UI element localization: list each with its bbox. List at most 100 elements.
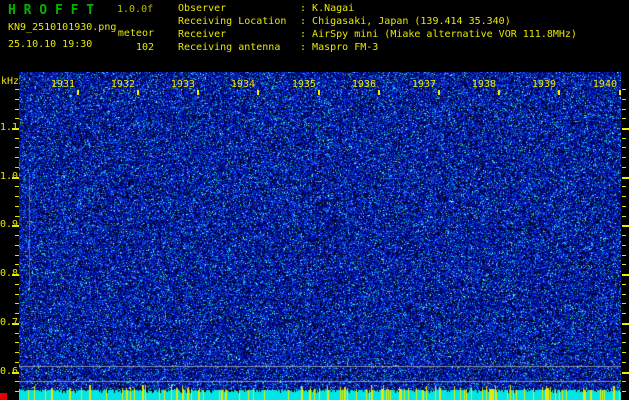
freq-minor-tick-right bbox=[622, 333, 626, 334]
minute-tick bbox=[318, 90, 320, 95]
freq-major-tick-right bbox=[622, 372, 629, 374]
info-separator: : bbox=[300, 29, 313, 40]
freq-major-tick-right bbox=[622, 274, 629, 276]
freq-minor-tick-left bbox=[15, 255, 19, 256]
info-label: Observer bbox=[178, 3, 227, 14]
freq-minor-tick-left bbox=[15, 303, 19, 304]
freq-major-tick-left bbox=[12, 177, 19, 179]
freq-minor-tick-right bbox=[622, 264, 626, 265]
observer-info-row: Observer: K.Nagai bbox=[178, 2, 577, 15]
info-separator: : bbox=[300, 3, 313, 14]
frequency-axis-unit: kHz bbox=[1, 76, 20, 87]
freq-minor-tick-left bbox=[15, 245, 19, 246]
freq-major-tick-right bbox=[622, 225, 629, 227]
freq-minor-tick-right bbox=[622, 147, 626, 148]
info-value: K.Nagai bbox=[312, 3, 355, 14]
freq-minor-tick-right bbox=[622, 313, 626, 314]
minute-tick bbox=[257, 90, 259, 95]
time-axis-label: 1939 bbox=[531, 79, 556, 90]
freq-minor-tick-left bbox=[15, 362, 19, 363]
freq-minor-tick-left bbox=[15, 391, 19, 392]
freq-minor-tick-left bbox=[15, 118, 19, 119]
info-separator: : bbox=[300, 42, 313, 53]
time-axis-label: 1935 bbox=[291, 79, 316, 90]
freq-minor-tick-right bbox=[622, 381, 626, 382]
level-red-marker bbox=[0, 393, 7, 400]
observer-info-row: Receiving Location: Chigasaki, Japan (13… bbox=[178, 15, 577, 28]
freq-minor-tick-left bbox=[15, 264, 19, 265]
freq-minor-tick-right bbox=[622, 138, 626, 139]
freq-minor-tick-right bbox=[622, 362, 626, 363]
freq-major-tick-left bbox=[12, 372, 19, 374]
hrofft-window: H R O F F T 1.0.0f KN9_2510101930.png 25… bbox=[0, 0, 629, 400]
freq-minor-tick-right bbox=[622, 245, 626, 246]
freq-major-tick-left bbox=[12, 274, 19, 276]
freq-minor-tick-left bbox=[15, 138, 19, 139]
minute-tick bbox=[619, 90, 621, 95]
freq-minor-tick-right bbox=[622, 167, 626, 168]
minute-tick bbox=[197, 90, 199, 95]
observer-info-row: Receiver: AirSpy mini (Miake alternative… bbox=[178, 28, 577, 41]
freq-major-tick-left bbox=[12, 225, 19, 227]
app-version: 1.0.0f bbox=[117, 4, 154, 15]
freq-minor-tick-right bbox=[622, 284, 626, 285]
freq-minor-tick-left bbox=[15, 313, 19, 314]
freq-minor-tick-right bbox=[622, 99, 626, 100]
freq-minor-tick-left bbox=[15, 284, 19, 285]
freq-minor-tick-right bbox=[622, 303, 626, 304]
freq-minor-tick-left bbox=[15, 235, 19, 236]
freq-minor-tick-left bbox=[15, 147, 19, 148]
time-axis-label: 1937 bbox=[411, 79, 436, 90]
freq-minor-tick-right bbox=[622, 352, 626, 353]
time-axis-label: 1934 bbox=[230, 79, 255, 90]
info-label: Receiver bbox=[178, 29, 227, 40]
freq-minor-tick-left bbox=[15, 333, 19, 334]
freq-minor-tick-right bbox=[622, 206, 626, 207]
freq-minor-tick-left bbox=[15, 381, 19, 382]
freq-minor-tick-left bbox=[15, 186, 19, 187]
observer-info-row: Receiving antenna: Maspro FM-3 bbox=[178, 41, 577, 54]
freq-minor-tick-left bbox=[15, 216, 19, 217]
meteor-counter-value: 102 bbox=[135, 42, 154, 53]
freq-minor-tick-right bbox=[622, 157, 626, 158]
meteor-counter-label: meteor bbox=[117, 28, 154, 39]
info-separator: : bbox=[300, 16, 313, 27]
time-axis-label: 1940 bbox=[592, 79, 617, 90]
freq-minor-tick-left bbox=[15, 167, 19, 168]
time-axis-label: 1936 bbox=[351, 79, 376, 90]
freq-minor-tick-left bbox=[15, 109, 19, 110]
minute-tick bbox=[137, 90, 139, 95]
info-value: AirSpy mini (Miake alternative VOR 111.8… bbox=[312, 29, 577, 40]
freq-minor-tick-left bbox=[15, 342, 19, 343]
freq-major-tick-right bbox=[622, 128, 629, 130]
minute-tick bbox=[438, 90, 440, 95]
minute-tick bbox=[498, 90, 500, 95]
freq-minor-tick-right bbox=[622, 342, 626, 343]
observer-info: Observer: K.Nagai Receiving Location: Chi… bbox=[178, 2, 577, 54]
freq-major-tick-right bbox=[622, 323, 629, 325]
freq-minor-tick-right bbox=[622, 391, 626, 392]
minute-tick bbox=[558, 90, 560, 95]
freq-minor-tick-right bbox=[622, 118, 626, 119]
freq-minor-tick-left bbox=[15, 99, 19, 100]
observation-datetime: 25.10.10 19:30 bbox=[8, 39, 93, 50]
time-axis-label: 1931 bbox=[50, 79, 75, 90]
app-title: H R O F F T bbox=[8, 3, 95, 18]
info-label: Receiving antenna bbox=[178, 42, 281, 53]
freq-minor-tick-left bbox=[15, 196, 19, 197]
spectrogram-canvas bbox=[19, 72, 621, 400]
info-label: Receiving Location bbox=[178, 16, 287, 27]
freq-major-tick-left bbox=[12, 323, 19, 325]
minute-tick bbox=[378, 90, 380, 95]
freq-minor-tick-right bbox=[622, 186, 626, 187]
output-filename: KN9_2510101930.png bbox=[8, 22, 117, 33]
info-value: Chigasaki, Japan (139.414 35.340) bbox=[312, 16, 511, 27]
freq-minor-tick-right bbox=[622, 89, 626, 90]
meteor-counter: meteor 102 bbox=[112, 27, 154, 55]
freq-minor-tick-left bbox=[15, 89, 19, 90]
freq-major-tick-right bbox=[622, 177, 629, 179]
freq-minor-tick-right bbox=[622, 255, 626, 256]
minute-tick bbox=[77, 90, 79, 95]
freq-minor-tick-right bbox=[622, 109, 626, 110]
freq-minor-tick-left bbox=[15, 206, 19, 207]
